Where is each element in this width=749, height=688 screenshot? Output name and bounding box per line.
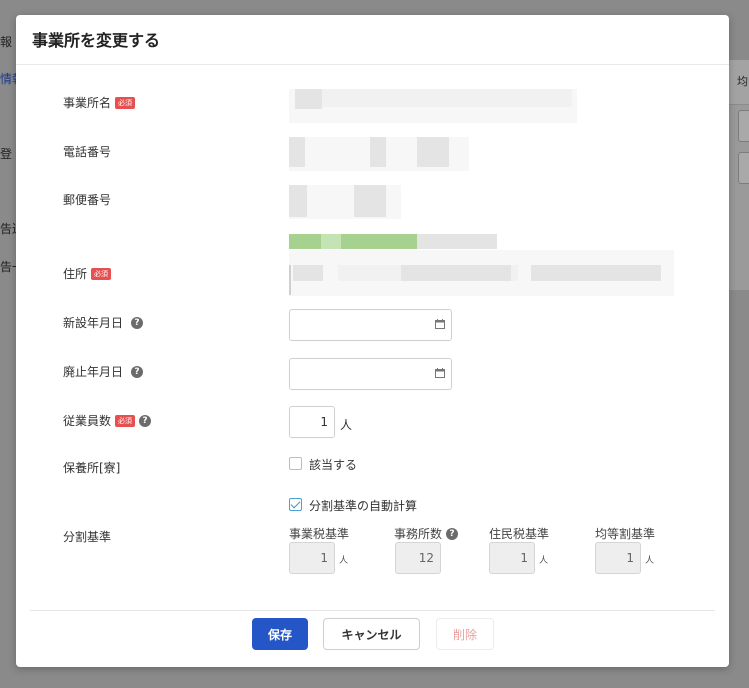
edit-office-dialog: 事業所を変更する 事業所名 必須 電話番号 郵便番号 住所 必須 新設年月日 ?… bbox=[16, 15, 729, 667]
resident-tax-basis-unit: 人 bbox=[539, 556, 549, 566]
per-capita-basis-label: 均等割基準 bbox=[595, 527, 656, 541]
postal-code-label-text: 郵便番号 bbox=[63, 193, 112, 207]
required-badge: 必須 bbox=[91, 267, 112, 280]
footer-divider bbox=[30, 610, 715, 611]
calendar-icon[interactable] bbox=[435, 368, 445, 378]
employees-unit: 人 bbox=[340, 418, 353, 432]
per-capita-basis-unit: 人 bbox=[645, 556, 655, 566]
save-button[interactable]: 保存 bbox=[252, 618, 308, 650]
background-table-fragment: 均 bbox=[728, 60, 749, 290]
office-count-label-text: 事務所数 bbox=[394, 527, 443, 541]
postal-code-label: 郵便番号 bbox=[63, 191, 111, 208]
dialog-title: 事業所を変更する bbox=[32, 31, 161, 50]
calendar-icon[interactable] bbox=[435, 319, 445, 329]
split-basis-label-text: 分割基準 bbox=[63, 530, 112, 544]
employees-label: 従業員数 必須 ? bbox=[63, 412, 152, 429]
office-count-input: 12 bbox=[395, 542, 441, 574]
required-badge: 必須 bbox=[115, 96, 136, 109]
business-tax-basis-unit: 人 bbox=[339, 556, 349, 566]
bg-cell bbox=[738, 110, 749, 142]
help-icon[interactable]: ? bbox=[131, 365, 144, 378]
bg-table-header: 均 bbox=[728, 60, 749, 105]
divider bbox=[16, 64, 729, 65]
established-date-input[interactable] bbox=[289, 309, 452, 341]
established-date-label: 新設年月日 ? bbox=[63, 314, 144, 331]
resident-tax-basis-label: 住民税基準 bbox=[489, 527, 550, 541]
nursery-checkbox-label[interactable]: 該当する bbox=[309, 456, 357, 473]
nursery-checkbox[interactable] bbox=[289, 457, 302, 470]
required-badge: 必須 bbox=[115, 414, 136, 427]
office-count-label: 事務所数 ? bbox=[394, 525, 459, 542]
office-name-label-text: 事業所名 bbox=[63, 96, 112, 110]
address-label-text: 住所 bbox=[63, 267, 88, 281]
delete-button[interactable]: 削除 bbox=[436, 618, 494, 650]
auto-calc-checkbox[interactable] bbox=[289, 498, 302, 511]
split-basis-label: 分割基準 bbox=[63, 528, 111, 545]
abolished-date-label-text: 廃止年月日 bbox=[63, 365, 124, 379]
help-icon[interactable]: ? bbox=[139, 414, 152, 427]
bg-cell bbox=[738, 152, 749, 184]
nursery-label-text: 保養所[寮] bbox=[63, 461, 121, 475]
help-icon[interactable]: ? bbox=[131, 316, 144, 329]
employees-label-text: 従業員数 bbox=[63, 414, 112, 428]
auto-calc-checkbox-label[interactable]: 分割基準の自動計算 bbox=[309, 497, 417, 514]
employees-input[interactable]: 1 bbox=[289, 406, 335, 438]
resident-tax-basis-input: 1 bbox=[489, 542, 535, 574]
address-label: 住所 必須 bbox=[63, 265, 112, 282]
abolished-date-input[interactable] bbox=[289, 358, 452, 390]
phone-label: 電話番号 bbox=[63, 143, 111, 160]
cancel-button[interactable]: キャンセル bbox=[323, 618, 420, 650]
per-capita-basis-input: 1 bbox=[595, 542, 641, 574]
abolished-date-label: 廃止年月日 ? bbox=[63, 363, 144, 380]
business-tax-basis-input: 1 bbox=[289, 542, 335, 574]
office-name-label: 事業所名 必須 bbox=[63, 94, 136, 111]
established-date-label-text: 新設年月日 bbox=[63, 316, 124, 330]
bg-header-text: 均 bbox=[737, 75, 748, 88]
help-icon[interactable]: ? bbox=[446, 527, 459, 540]
business-tax-basis-label: 事業税基準 bbox=[289, 527, 350, 541]
phone-label-text: 電話番号 bbox=[63, 145, 112, 159]
bg-text: 登 bbox=[0, 147, 13, 161]
bg-text: 報 bbox=[0, 35, 13, 49]
nursery-label: 保養所[寮] bbox=[63, 459, 120, 476]
